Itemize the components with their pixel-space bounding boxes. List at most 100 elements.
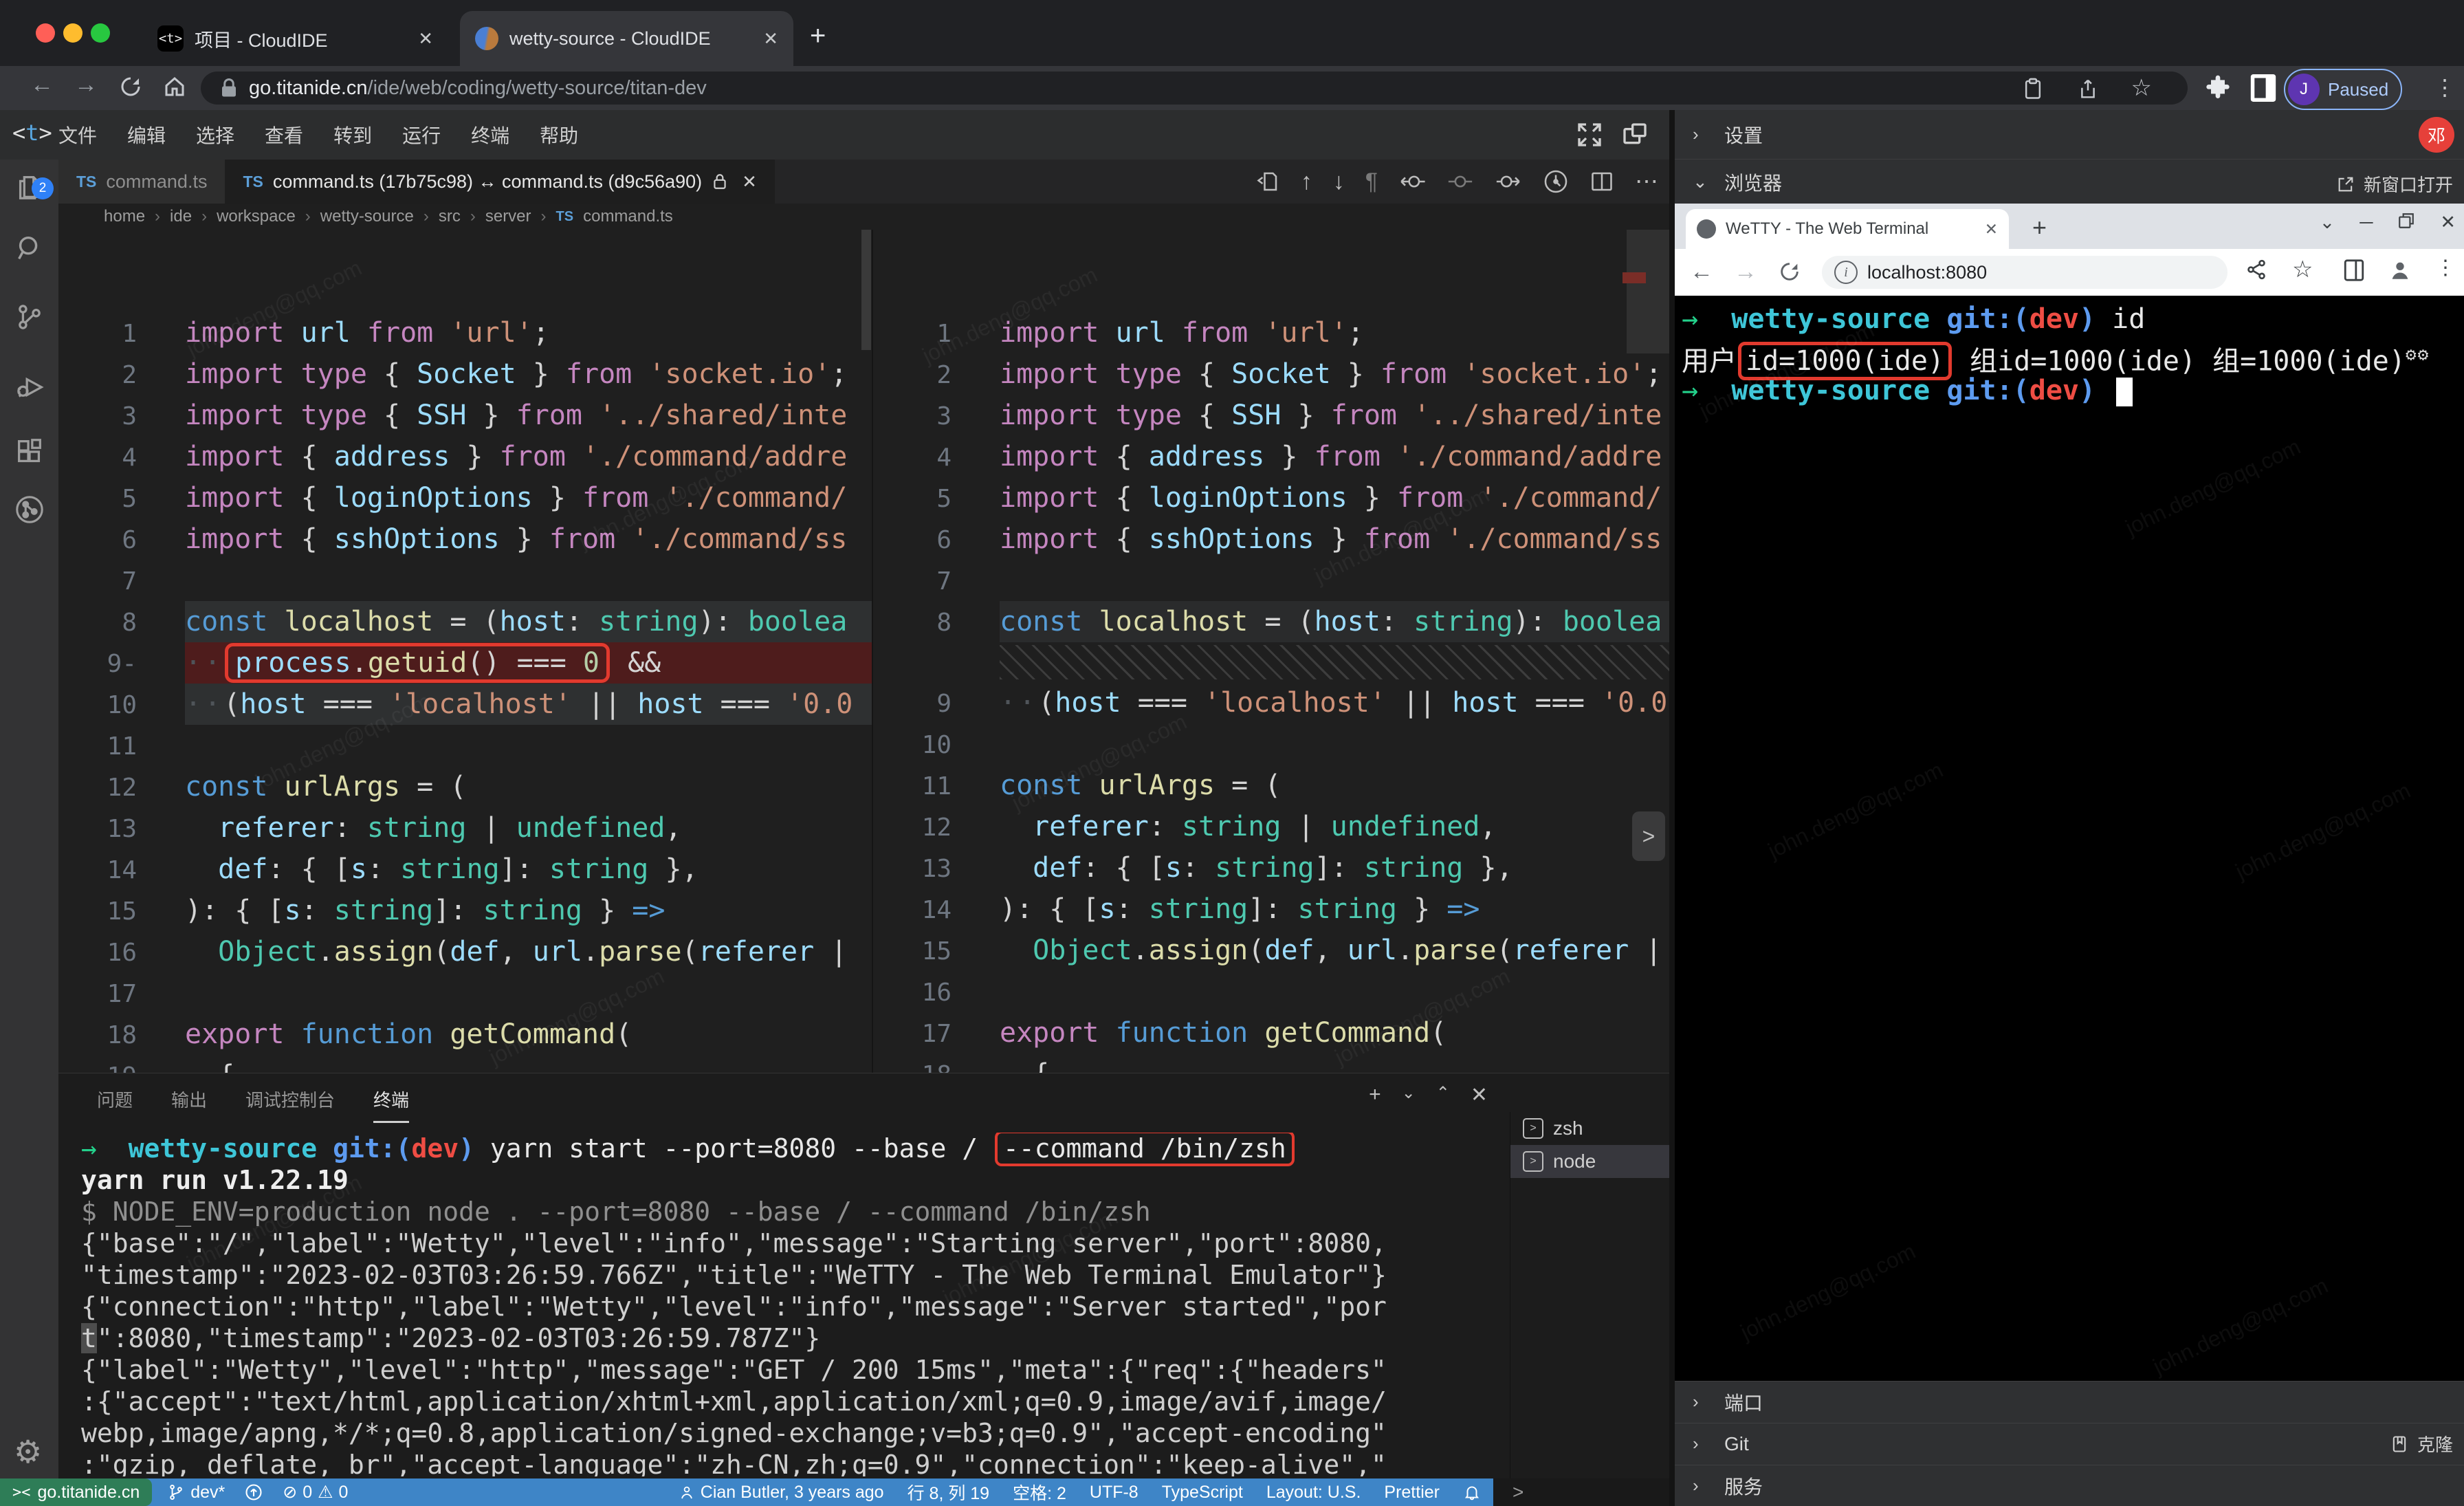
- git-section-header[interactable]: › Git 克隆: [1675, 1423, 2464, 1464]
- menu-help[interactable]: 帮助: [540, 121, 578, 149]
- close-icon[interactable]: ✕: [2440, 212, 2456, 233]
- back-icon[interactable]: ←: [30, 72, 54, 98]
- menu-view[interactable]: 查看: [265, 121, 303, 149]
- menu-edit[interactable]: 编辑: [127, 121, 166, 149]
- browser-section-header[interactable]: ⌄ 浏览器 新窗口打开: [1675, 160, 2464, 204]
- close-tab-icon[interactable]: ✕: [1985, 220, 1998, 239]
- more-actions-icon[interactable]: ⋯: [1635, 168, 1658, 195]
- menu-selection[interactable]: 选择: [196, 121, 234, 149]
- run-debug-icon[interactable]: [14, 371, 45, 403]
- browser-menu-icon[interactable]: ⋮: [2434, 74, 2456, 100]
- remote-indicator[interactable]: >< go.titanide.cn: [0, 1478, 152, 1506]
- minimize-window-button[interactable]: [63, 23, 82, 43]
- breadcrumb-item[interactable]: server: [485, 207, 531, 226]
- whitespace-icon[interactable]: ¶: [1365, 168, 1378, 195]
- breadcrumb-item[interactable]: workspace: [217, 207, 296, 226]
- menu-dots-icon[interactable]: ⋮: [2435, 256, 2456, 280]
- diff-editor[interactable]: 1import url from 'url';2import type { So…: [58, 230, 1669, 1073]
- branch-indicator[interactable]: dev*: [167, 1483, 225, 1503]
- forward-icon[interactable]: →: [1734, 259, 1757, 285]
- extensions-icon[interactable]: [14, 436, 45, 468]
- bookmark-star-icon[interactable]: ☆: [2131, 74, 2152, 102]
- diff-pane-original[interactable]: 1import url from 'url';2import type { So…: [58, 230, 873, 1073]
- panel-tab-debug-console[interactable]: 调试控制台: [245, 1087, 335, 1112]
- site-info-icon[interactable]: i: [1834, 261, 1858, 284]
- new-terminal-icon[interactable]: +: [1369, 1083, 1381, 1107]
- menu-file[interactable]: 文件: [58, 121, 97, 149]
- indentation[interactable]: 空格: 2: [1013, 1480, 1066, 1505]
- share-icon[interactable]: [2078, 78, 2098, 100]
- bookmark-star-icon[interactable]: ☆: [2292, 256, 2313, 283]
- menu-goto[interactable]: 转到: [333, 121, 372, 149]
- sync-changes-button[interactable]: [244, 1483, 263, 1502]
- revert-right-icon[interactable]: [1495, 169, 1522, 194]
- next-change-icon[interactable]: ↓: [1333, 168, 1345, 195]
- close-tab-icon[interactable]: ✕: [418, 28, 433, 50]
- dropdown-icon[interactable]: ⌄: [2320, 212, 2335, 233]
- search-icon[interactable]: [14, 232, 45, 264]
- panel-tab-terminal[interactable]: 终端: [373, 1087, 409, 1112]
- home-icon[interactable]: [162, 74, 187, 99]
- formatter[interactable]: Prettier: [1384, 1483, 1440, 1503]
- zoom-window-button[interactable]: [91, 23, 110, 43]
- collapse-right-panel-handle[interactable]: >: [1632, 811, 1665, 861]
- cursor-position[interactable]: 行 8, 列 19: [908, 1480, 990, 1505]
- ports-section-header[interactable]: › 端口: [1675, 1381, 2464, 1422]
- user-badge[interactable]: 邓: [2419, 117, 2454, 153]
- revert-left-icon[interactable]: [1398, 169, 1426, 194]
- panel-tab-problems[interactable]: 问题: [97, 1087, 133, 1112]
- settings-gear-icon[interactable]: ⚙: [14, 1433, 42, 1470]
- share-icon[interactable]: [2245, 259, 2267, 281]
- terminal-instance-node[interactable]: > node: [1510, 1145, 1670, 1178]
- browser-tab-project[interactable]: <t> 项目 - CloudIDE ✕: [142, 11, 448, 66]
- close-tab-icon[interactable]: ✕: [763, 28, 778, 50]
- menu-run[interactable]: 运行: [402, 121, 441, 149]
- breadcrumb-item[interactable]: wetty-source: [320, 207, 414, 226]
- breadcrumb-item[interactable]: ide: [170, 207, 192, 226]
- new-tab-icon[interactable]: +: [2032, 213, 2047, 242]
- breadcrumb-item[interactable]: src: [439, 207, 461, 226]
- profile-avatar-icon[interactable]: [2388, 259, 2412, 282]
- encoding[interactable]: UTF-8: [1090, 1483, 1138, 1503]
- embedded-tab[interactable]: WeTTY - The Web Terminal ✕: [1686, 209, 2009, 249]
- sidepanel-icon[interactable]: [2250, 73, 2277, 103]
- diff-pane-modified[interactable]: 1import url from 'url';2import type { So…: [873, 230, 1669, 1073]
- layout-icon[interactable]: [1621, 121, 1649, 149]
- settings-section-header[interactable]: › 设置: [1675, 110, 2464, 160]
- expand-icon[interactable]: >: [1512, 1481, 1524, 1503]
- clone-button[interactable]: 克隆: [2390, 1431, 2453, 1456]
- terminal-instance-zsh[interactable]: > zsh: [1510, 1112, 1670, 1145]
- scrollbar-left-pane[interactable]: [861, 230, 871, 350]
- breadcrumb-file[interactable]: command.ts: [583, 207, 673, 226]
- editor-tab-diff[interactable]: TS command.ts (17b75c98) ↔ command.ts (d…: [225, 160, 774, 204]
- open-new-window-button[interactable]: 新窗口打开: [2336, 171, 2453, 197]
- blame-indicator[interactable]: Cian Butler, 3 years ago: [679, 1483, 884, 1503]
- new-tab-button[interactable]: +: [810, 21, 826, 52]
- back-icon[interactable]: ←: [1690, 259, 1713, 285]
- embedded-url-bar[interactable]: i localhost:8080: [1822, 256, 2228, 289]
- maximize-panel-icon[interactable]: ⌃: [1436, 1083, 1450, 1107]
- breadcrumb-item[interactable]: home: [104, 207, 145, 226]
- close-window-button[interactable]: [36, 23, 55, 43]
- panel-tab-output[interactable]: 输出: [171, 1087, 207, 1112]
- restore-icon[interactable]: [2397, 212, 2415, 233]
- language-mode[interactable]: TypeScript: [1162, 1483, 1243, 1503]
- scrollbar-right-pane[interactable]: [1627, 230, 1669, 353]
- editor-tab-command[interactable]: TS command.ts: [58, 160, 225, 204]
- wetty-terminal[interactable]: → wetty-source git:(dev) id用户id=1000(ide…: [1675, 296, 2464, 1381]
- browser-tab-wetty-source[interactable]: wetty-source - CloudIDE ✕: [460, 11, 793, 66]
- terminal-output[interactable]: → wetty-source git:(dev) yarn start --po…: [81, 1133, 1497, 1476]
- sidepanel-icon[interactable]: [2343, 259, 2365, 282]
- terminal-dropdown-icon[interactable]: ⌄: [1402, 1083, 1416, 1107]
- fullscreen-icon[interactable]: [1576, 121, 1603, 149]
- notifications-bell-icon[interactable]: [1463, 1483, 1481, 1502]
- current-change-icon[interactable]: [1446, 169, 1474, 194]
- services-section-header[interactable]: › 服务: [1675, 1465, 2464, 1506]
- url-bar[interactable]: go.titanide.cn/ide/web/coding/wetty-sour…: [201, 72, 2188, 105]
- profile-chip[interactable]: J Paused: [2284, 69, 2402, 110]
- close-panel-icon[interactable]: ✕: [1471, 1083, 1488, 1107]
- forward-icon[interactable]: →: [74, 72, 98, 98]
- reload-icon[interactable]: [118, 74, 143, 99]
- keyboard-layout[interactable]: Layout: U.S.: [1266, 1483, 1361, 1503]
- source-control-icon[interactable]: [14, 301, 45, 333]
